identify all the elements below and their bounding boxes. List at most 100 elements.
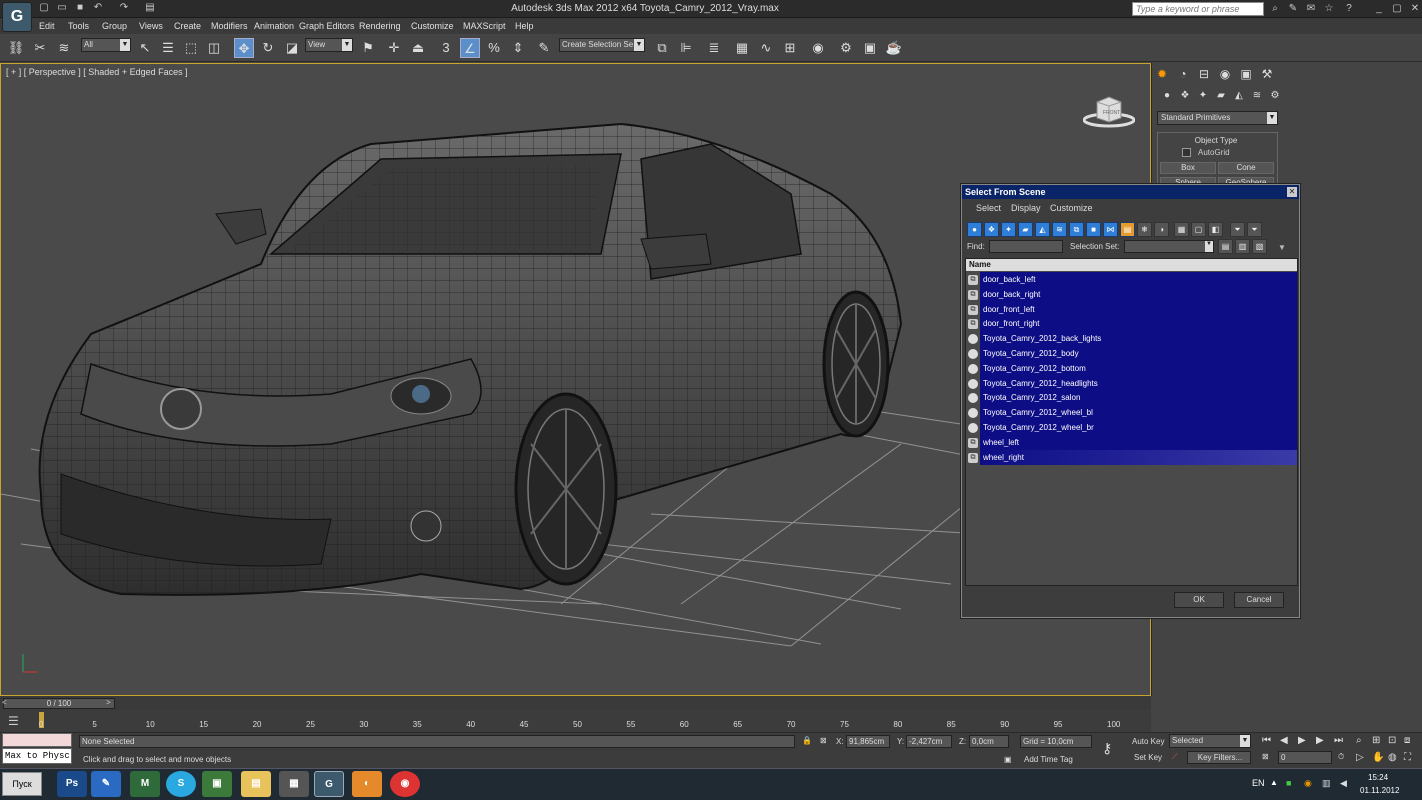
menu-create[interactable]: Create <box>174 21 201 31</box>
start-button[interactable]: Пуск <box>2 772 42 796</box>
3dsmax-task-icon[interactable]: G <box>314 771 344 797</box>
cameras-icon[interactable]: ▰ <box>1214 89 1228 103</box>
app-menu-button[interactable]: G <box>2 2 32 32</box>
snaps-toggle[interactable]: 3 <box>436 38 456 58</box>
rendered-frame-icon[interactable]: ▣ <box>860 38 880 58</box>
list-item[interactable]: ⧉ door_front_right <box>966 316 1297 332</box>
zoom-icon[interactable]: ⌕ <box>1356 735 1362 746</box>
selection-set-add-icon[interactable]: ▤ <box>1218 239 1233 254</box>
filter-cameras-icon[interactable]: ▰ <box>1018 222 1033 237</box>
display-all-icon[interactable]: ▦ <box>1174 222 1189 237</box>
menu-views[interactable]: Views <box>139 21 163 31</box>
align-icon[interactable]: ⊫ <box>676 38 696 58</box>
viewport-label[interactable]: [ + ] [ Perspective ] [ Shaded + Edged F… <box>6 67 188 77</box>
named-selection-set-select[interactable]: Create Selection Se ▼ <box>559 38 645 52</box>
pan-icon[interactable]: ✋ <box>1372 752 1384 763</box>
motion-tab-icon[interactable]: ◉ <box>1217 66 1233 82</box>
time-tag-icon[interactable]: ▣ <box>1004 755 1012 764</box>
render-production-icon[interactable]: ☕ <box>884 38 904 58</box>
explorer-task-icon[interactable]: ▤ <box>241 771 271 797</box>
edit-named-selection-icon[interactable]: ✎ <box>534 38 554 58</box>
list-item[interactable]: Toyota_Camry_2012_wheel_br <box>966 420 1297 435</box>
layer-manager-icon[interactable]: ≣ <box>704 38 724 58</box>
selection-set-edit-icon[interactable]: ▧ <box>1252 239 1267 254</box>
auto-key-button[interactable]: Auto Key <box>1132 737 1164 746</box>
filter-bones-icon[interactable]: ⋈ <box>1103 222 1118 237</box>
rotate-icon[interactable]: ↻ <box>258 38 278 58</box>
help-icon[interactable]: ? <box>1342 2 1356 16</box>
unlink-icon[interactable]: ✂ <box>30 38 50 58</box>
hierarchy-tab-icon[interactable]: ⊟ <box>1196 66 1212 82</box>
lock-selection-icon[interactable]: 🔒 <box>802 736 812 745</box>
lights-icon[interactable]: ✦ <box>1196 89 1210 103</box>
time-config-icon[interactable]: ⏱ <box>1338 752 1344 762</box>
utilities-tab-icon[interactable]: ⚒ <box>1259 66 1275 82</box>
angle-snap-icon[interactable]: ∠ <box>460 38 480 58</box>
material-editor-icon[interactable]: ◉ <box>808 38 828 58</box>
display-invert-icon[interactable]: ◧ <box>1208 222 1223 237</box>
list-item[interactable]: ⧉ door_front_left <box>966 301 1297 317</box>
move-icon[interactable]: ✥ <box>234 38 254 58</box>
cone-button[interactable]: Cone <box>1218 162 1274 174</box>
set-key-button[interactable]: Set Key <box>1134 753 1162 762</box>
search-input[interactable]: Type a keyword or phrase <box>1132 2 1264 16</box>
player-task-icon[interactable]: ◐ <box>352 771 382 797</box>
goto-start-icon[interactable]: ⏮ <box>1262 735 1271 746</box>
list-item[interactable]: ⧉ door_back_left <box>966 272 1297 287</box>
tray-norton-icon[interactable]: ◉ <box>1304 778 1312 789</box>
menu-rendering[interactable]: Rendering <box>359 21 401 31</box>
schematic-view-icon[interactable]: ⊞ <box>780 38 800 58</box>
display-none-icon[interactable]: ▢ <box>1191 222 1206 237</box>
filter-containers-icon[interactable]: ▤ <box>1120 222 1135 237</box>
box-button[interactable]: Box <box>1160 162 1216 174</box>
binoculars-icon[interactable]: ⌕ <box>1268 2 1282 16</box>
maxscript-listener-top[interactable] <box>2 733 72 747</box>
set-key-icon[interactable]: ⚷ <box>1102 740 1112 757</box>
key-filter-icon[interactable]: ⟋ <box>1172 752 1178 762</box>
filter-lights-icon[interactable]: ✦ <box>1001 222 1016 237</box>
key-mode-toggle-icon[interactable]: ⊠ <box>1262 752 1269 761</box>
spinner-snap-icon[interactable]: ⇕ <box>508 38 528 58</box>
filter-helpers-icon[interactable]: ◭ <box>1035 222 1050 237</box>
keyboard-shortcut-icon[interactable]: ⏏ <box>408 38 428 58</box>
list-item[interactable]: Toyota_Camry_2012_salon <box>966 390 1297 406</box>
list-item[interactable]: Toyota_Camry_2012_body <box>966 346 1297 361</box>
zoom-extents-icon[interactable]: ⊡ <box>1388 735 1396 746</box>
favorites-icon[interactable]: ☆ <box>1322 2 1336 16</box>
menu-tools[interactable]: Tools <box>68 21 89 31</box>
game-task-icon[interactable]: ▣ <box>202 771 232 797</box>
x-coordinate[interactable]: 91,865cm <box>846 735 890 748</box>
filter-funnel-icon[interactable]: ⏷ <box>1230 222 1245 237</box>
next-frame-icon[interactable]: ▶ <box>1316 735 1324 746</box>
helpers-icon[interactable]: ◭ <box>1232 89 1246 103</box>
dialog-close-icon[interactable]: ✕ <box>1287 187 1297 197</box>
filter-spacewarps-icon[interactable]: ≋ <box>1052 222 1067 237</box>
filter-frozen-icon[interactable]: ❄ <box>1137 222 1152 237</box>
filter-shapes-icon[interactable]: ❖ <box>984 222 999 237</box>
mini-curve-editor-icon[interactable]: ☰ <box>8 714 19 728</box>
skype-task-icon[interactable]: S <box>166 771 196 797</box>
filter-groups-icon[interactable]: ⧉ <box>1069 222 1084 237</box>
zoom-all-icon[interactable]: ⊞ <box>1372 735 1380 746</box>
scene-object-list[interactable]: Name ⧉ door_back_left ⧉ door_back_right ⧉ doo… <box>965 258 1298 586</box>
select-object-icon[interactable]: ↖ <box>135 38 155 58</box>
clock-date[interactable]: 01.11.2012 <box>1360 786 1399 795</box>
mirror-icon[interactable]: ⧉ <box>652 38 672 58</box>
scale-icon[interactable]: ◪ <box>282 38 302 58</box>
menu-animation[interactable]: Animation <box>254 21 294 31</box>
3dsmax-launcher-task-icon[interactable]: M <box>130 771 160 797</box>
bind-space-warp-icon[interactable]: ≋ <box>54 38 74 58</box>
current-frame-input[interactable]: 0 <box>1278 751 1332 764</box>
selection-set-remove-icon[interactable]: ▥ <box>1235 239 1250 254</box>
dialog-menu-customize[interactable]: Customize <box>1050 203 1093 213</box>
menu-group[interactable]: Group <box>102 21 127 31</box>
reference-coord-select[interactable]: View ▼ <box>305 38 353 52</box>
play-icon[interactable]: ▶ <box>1298 735 1306 746</box>
menu-help[interactable]: Help <box>515 21 534 31</box>
find-input[interactable] <box>989 240 1063 253</box>
zoom-extents-all-icon[interactable]: ⧈ <box>1404 735 1410 746</box>
list-item[interactable]: ⧉ wheel_left <box>966 434 1297 450</box>
list-item[interactable]: Toyota_Camry_2012_back_lights <box>966 331 1297 347</box>
create-tab-icon[interactable]: ✹ <box>1154 66 1170 82</box>
tray-expand-icon[interactable]: ▲ <box>1270 778 1278 787</box>
